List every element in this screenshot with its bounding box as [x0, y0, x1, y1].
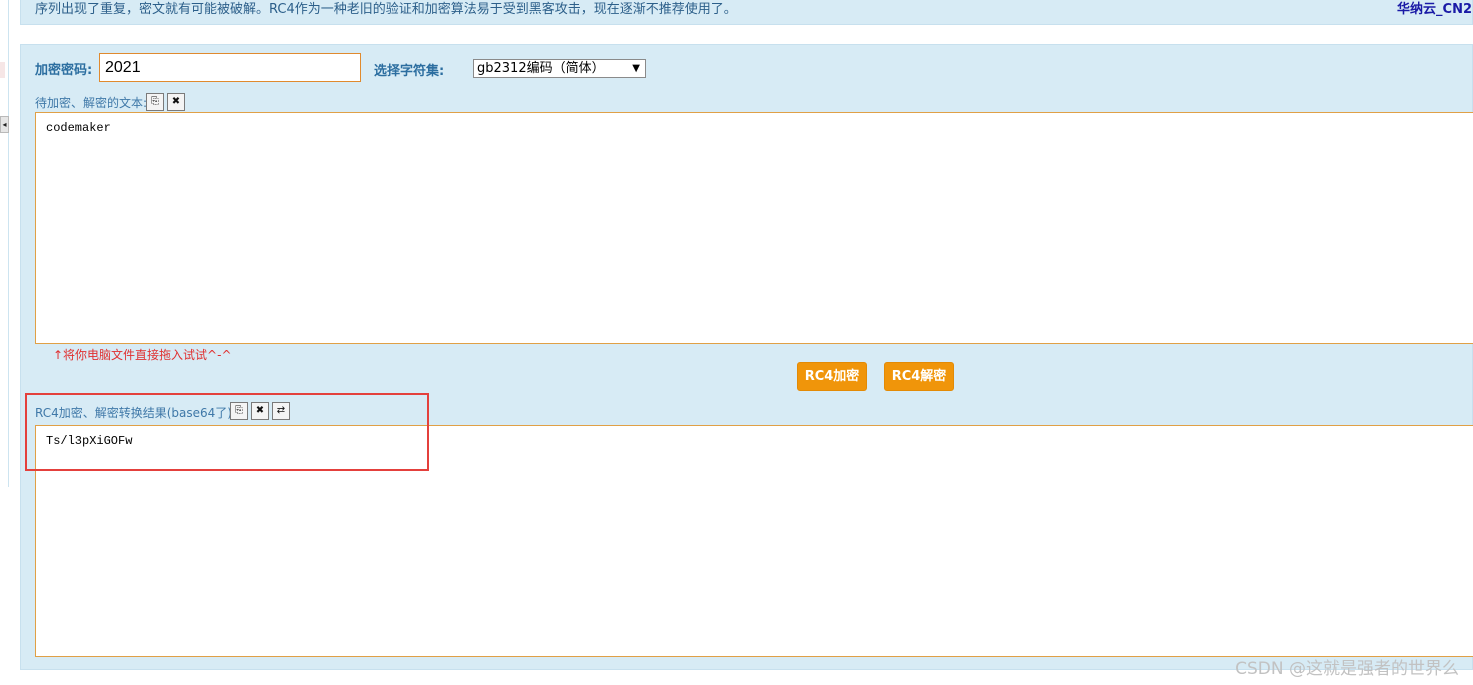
charset-label: 选择字符集: [374, 64, 445, 79]
drag-file-hint: ↑将你电脑文件直接拖入试试^-^ [53, 348, 232, 362]
charset-selected-value: gb2312编码（简体） [477, 61, 605, 76]
swap-icon: ⇄ [276, 405, 286, 416]
rc4-description-text: 序列出现了重复，密文就有可能被破解。RC4作为一种老旧的验证和加密算法易于受到黑… [35, 2, 737, 17]
clear-input-button[interactable]: ✖ [167, 93, 185, 111]
key-label: 加密密码: [35, 63, 93, 78]
copy-input-button[interactable]: ⎘ [146, 93, 164, 111]
ad-link[interactable]: 华纳云_CN2 [1397, 0, 1472, 17]
charset-select[interactable]: gb2312编码（简体） ▼ [473, 59, 646, 78]
rc4-decrypt-button[interactable]: RC4解密 [884, 362, 954, 391]
top-notice-banner: 序列出现了重复，密文就有可能被破解。RC4作为一种老旧的验证和加密算法易于受到黑… [20, 0, 1473, 25]
clear-result-button[interactable]: ✖ [251, 402, 269, 420]
swap-result-button[interactable]: ⇄ [272, 402, 290, 420]
dropdown-arrow-icon: ▼ [632, 63, 640, 74]
copy-result-button[interactable]: ⎘ [230, 402, 248, 420]
rc4-tool-panel: 加密密码: 2021 选择字符集: gb2312编码（简体） ▼ 待加密、解密的… [20, 44, 1473, 670]
result-label: RC4加密、解密转换结果(base64了): [35, 406, 237, 420]
key-input[interactable]: 2021 [99, 53, 361, 82]
result-textarea[interactable]: Ts/l3pXiGOFw [35, 425, 1473, 657]
input-text-label: 待加密、解密的文本: [35, 96, 148, 110]
copy-icon: ⎘ [151, 96, 159, 107]
copy-icon: ⎘ [235, 405, 243, 416]
collapse-arrow-icon: ◂ [2, 120, 7, 129]
clear-icon: ✖ [171, 96, 181, 107]
clear-icon: ✖ [255, 405, 265, 416]
left-sidebar-marker [0, 62, 5, 78]
sidebar-collapse-toggle[interactable]: ◂ [0, 116, 9, 133]
csdn-watermark: CSDN @这就是强者的世界么 [1235, 659, 1459, 679]
input-textarea[interactable]: codemaker [35, 112, 1473, 344]
rc4-encrypt-button[interactable]: RC4加密 [797, 362, 867, 391]
